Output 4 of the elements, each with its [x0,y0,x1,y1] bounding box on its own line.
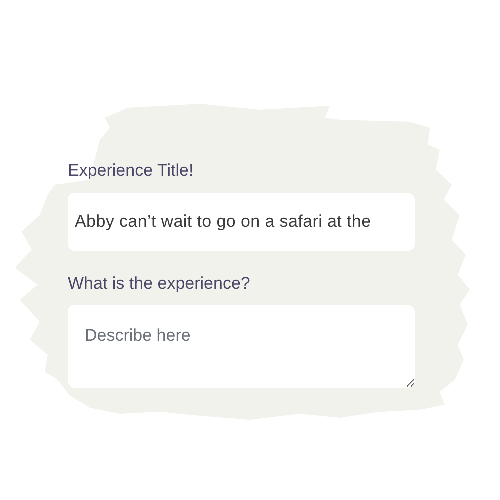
title-input-field[interactable]: Abby can’t wait to go on a safari at the [68,192,415,250]
description-text-area[interactable]: Describe here [68,305,415,388]
field-label: What is the experience? [68,272,252,294]
field-label: Experience Title! [68,160,195,182]
